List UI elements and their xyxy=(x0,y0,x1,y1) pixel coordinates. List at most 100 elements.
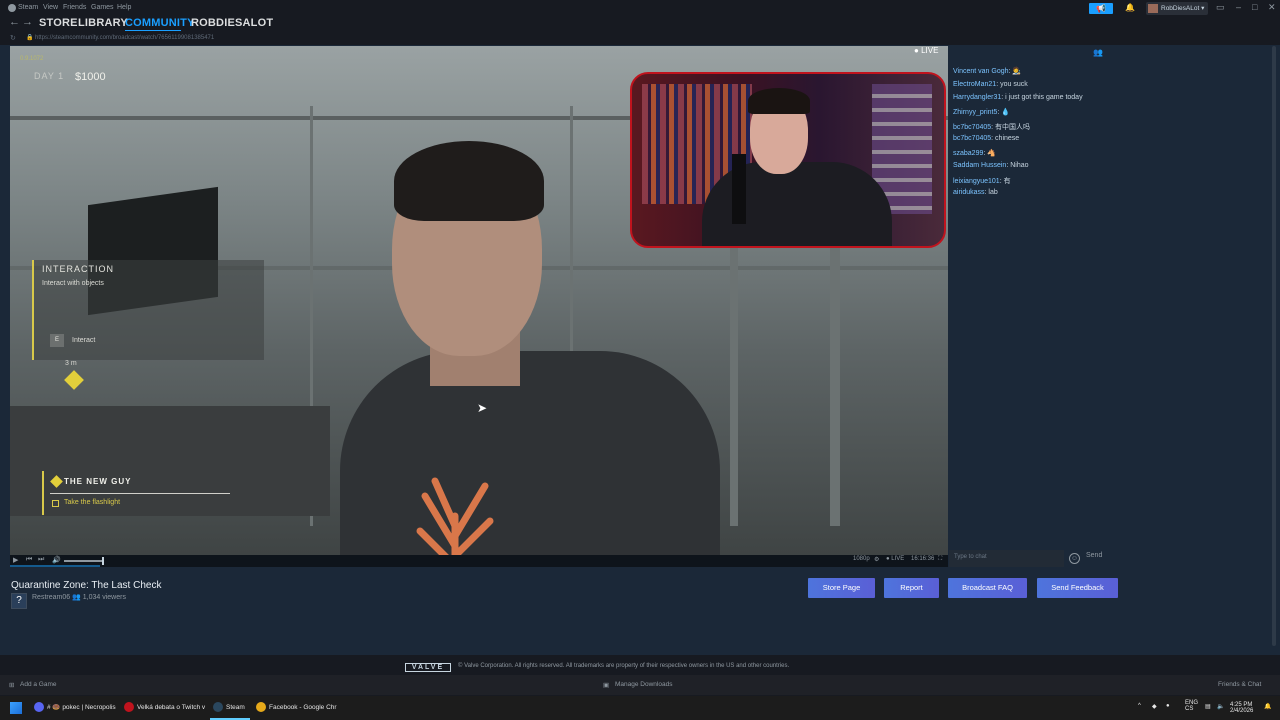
avatar xyxy=(1148,4,1158,13)
chat-user[interactable]: Harrydangler31 xyxy=(953,94,1001,101)
chat-user[interactable]: leixiangyue101 xyxy=(953,178,1000,185)
money-value: $1000 xyxy=(75,71,106,83)
interaction-tooltip: INTERACTION Interact with objects E Inte… xyxy=(32,260,264,360)
tab-library[interactable]: LIBRARY xyxy=(78,17,128,29)
taskbar-item[interactable]: Steam xyxy=(213,701,245,715)
report-button[interactable]: Report xyxy=(884,578,939,598)
game-title[interactable]: Quarantine Zone: The Last Check xyxy=(11,580,161,591)
chat-message: Zhirnyy_print5: 💧 xyxy=(953,109,1010,116)
send-button[interactable]: Send xyxy=(1086,552,1102,559)
tray-chevron-icon[interactable]: ^ xyxy=(1138,703,1141,709)
tab-store[interactable]: STORE xyxy=(39,17,78,29)
account-menu[interactable]: RobDiesALot ▾ xyxy=(1146,2,1208,15)
chat-user[interactable]: Vincent van Gogh xyxy=(953,68,1009,75)
clock[interactable]: 4:25 PM 2/4/2026 xyxy=(1230,702,1253,714)
chrome-icon xyxy=(256,702,266,713)
volume-icon[interactable]: 🔊 xyxy=(52,556,61,564)
network-icon[interactable]: ▤ xyxy=(1205,703,1211,710)
fullscreen-icon[interactable]: ⛶ xyxy=(938,556,942,563)
send-feedback-button[interactable]: Send Feedback xyxy=(1037,578,1118,598)
settings-gear-icon[interactable]: ⚙ xyxy=(874,556,879,563)
chat-user[interactable]: airidukass xyxy=(953,189,985,196)
taskbar-item[interactable]: Velká debata o Twitch v xyxy=(124,701,205,715)
valve-logo[interactable]: VALVE xyxy=(405,663,451,672)
streamer-info: Restream06 👥 1,034 viewers xyxy=(32,593,126,601)
chat-user[interactable]: Zhirnyy_print5 xyxy=(953,109,997,116)
maximize-icon[interactable]: □ xyxy=(1252,2,1257,12)
menu-view[interactable]: View xyxy=(43,4,58,11)
refresh-icon[interactable]: ↻ xyxy=(10,34,16,42)
app-icon xyxy=(124,702,134,713)
announcements-megaphone-icon[interactable]: 📢 xyxy=(1089,3,1113,14)
game-icon[interactable]: ? xyxy=(11,593,27,609)
active-tab-indicator xyxy=(125,30,181,31)
chat-text: 🧑‍🎨 xyxy=(1012,68,1022,75)
tray-app-icon[interactable]: ◆ xyxy=(1152,703,1157,710)
streamer-body xyxy=(702,162,892,246)
volume-knob[interactable] xyxy=(102,557,104,565)
notification-center-icon[interactable]: 🔔 xyxy=(1264,703,1271,710)
menu-help[interactable]: Help xyxy=(117,4,131,11)
language-indicator[interactable]: ENG CS xyxy=(1185,700,1198,712)
close-icon[interactable]: ✕ xyxy=(1268,2,1276,13)
scrollbar-thumb[interactable] xyxy=(1272,46,1276,646)
taskbar-item[interactable]: # 🍩 pokec | Necropolis xyxy=(34,701,116,715)
chat-message: Vincent van Gogh: 🧑‍🎨 xyxy=(953,68,1022,75)
notifications-bell-icon[interactable]: 🔔 xyxy=(1125,3,1135,12)
chat-user[interactable]: szaba299 xyxy=(953,150,983,157)
menu-steam[interactable]: Steam xyxy=(18,4,38,11)
friends-chat-button[interactable]: Friends & Chat xyxy=(1218,681,1261,688)
manage-downloads-button[interactable]: Manage Downloads xyxy=(615,681,672,688)
chat-text: Nihao xyxy=(1010,162,1029,169)
url-text[interactable]: https://steamcommunity.com/broadcast/wat… xyxy=(35,35,214,41)
streamer-name[interactable]: Restream06 xyxy=(32,594,70,601)
chat-user[interactable]: bc7bc70405 xyxy=(953,135,991,142)
interact-key: E xyxy=(50,334,64,347)
chat-text: 💧 xyxy=(1001,109,1010,116)
store-page-button[interactable]: Store Page xyxy=(808,578,875,598)
progress-bar[interactable] xyxy=(10,565,100,567)
quality-label[interactable]: 1080p xyxy=(853,556,870,562)
rewind-icon[interactable]: ⏮ xyxy=(26,556,32,564)
streamer-hair xyxy=(748,88,810,114)
interact-label: Interact xyxy=(72,337,96,344)
lock-icon: 🔒 xyxy=(26,35,34,41)
broadcast-video[interactable]: 0.9.1072 DAY 1 $1000 INTERACTION Interac… xyxy=(10,46,948,555)
stream-time: 16:16:36 xyxy=(911,556,935,562)
quest-objective: Take the flashlight xyxy=(64,499,121,506)
page-scrollbar[interactable] xyxy=(1271,46,1277,646)
npc-shirt xyxy=(340,351,720,555)
chat-user[interactable]: ElectroMan21 xyxy=(953,81,996,88)
live-badge: ● LIVE xyxy=(914,46,939,55)
npc-hair xyxy=(394,141,544,221)
chat-message: airidukass: lab xyxy=(953,189,998,196)
emoji-icon[interactable]: ☺ xyxy=(1069,553,1080,564)
tab-profile[interactable]: ROBDIESALOT xyxy=(191,17,273,29)
skip-icon[interactable]: ⏭ xyxy=(38,556,44,564)
play-icon[interactable]: ▶ xyxy=(13,556,18,564)
chat-message: ElectroMan21: you suck xyxy=(953,81,1028,88)
minimize-icon[interactable]: – xyxy=(1236,2,1241,12)
chat-user[interactable]: bc7bc70405 xyxy=(953,124,991,131)
broadcast-faq-button[interactable]: Broadcast FAQ xyxy=(948,578,1027,598)
tab-community[interactable]: COMMUNITY xyxy=(125,17,195,29)
menu-friends[interactable]: Friends xyxy=(63,4,86,11)
downloads-icon[interactable]: ▣ xyxy=(603,681,609,689)
speaker-icon[interactable]: 🔈 xyxy=(1217,703,1224,710)
interaction-title: INTERACTION xyxy=(42,264,115,274)
taskbar-item[interactable]: Facebook - Google Chr xyxy=(256,701,337,715)
quest-divider xyxy=(50,493,230,494)
chat-input[interactable]: Type to chat xyxy=(949,550,1064,567)
tray-app-icon[interactable]: ● xyxy=(1166,703,1170,709)
forward-arrow-icon[interactable]: → xyxy=(22,16,33,28)
windows-start-icon[interactable] xyxy=(10,702,22,714)
add-game-plus-icon[interactable]: ⊞ xyxy=(9,681,14,689)
big-picture-icon[interactable]: ▭ xyxy=(1216,2,1225,13)
menu-games[interactable]: Games xyxy=(91,4,114,11)
add-game-button[interactable]: Add a Game xyxy=(20,681,57,688)
chat-user[interactable]: Saddam Hussein xyxy=(953,162,1006,169)
volume-slider[interactable] xyxy=(64,560,104,562)
chat-users-icon[interactable]: 👥 xyxy=(1093,48,1103,57)
back-arrow-icon[interactable]: ← xyxy=(9,16,20,28)
quest-diamond-icon xyxy=(50,475,63,488)
